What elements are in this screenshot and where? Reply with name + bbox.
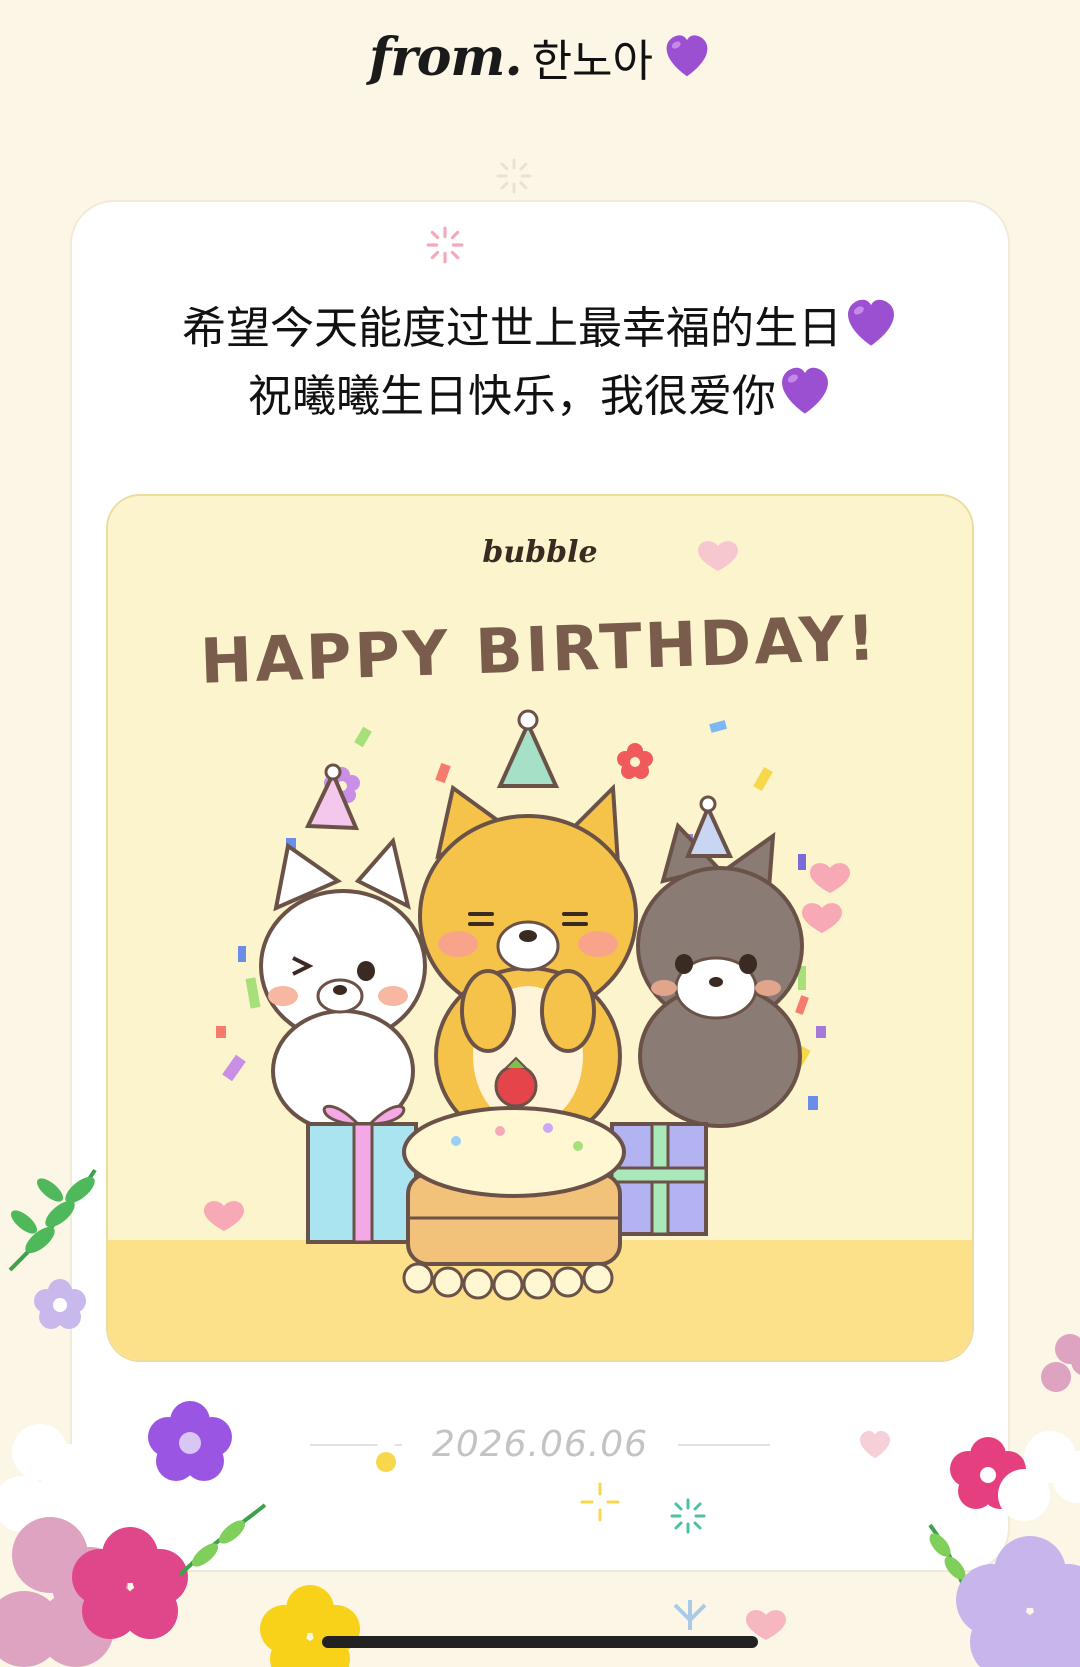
from-label: from. xyxy=(368,26,523,88)
letter-header: from. 한노아 xyxy=(0,22,1080,92)
letter-message: 希望今天能度过世上最幸福的生日 祝曦曦生日快乐，我很爱你 xyxy=(72,295,1008,431)
bubble-logo: bubble xyxy=(482,535,597,570)
purple-heart-icon xyxy=(848,299,894,346)
sparkle-icon xyxy=(426,226,464,264)
message-line: 祝曦曦生日快乐，我很爱你 xyxy=(72,363,1008,431)
home-indicator[interactable] xyxy=(322,1636,758,1648)
sender-name: 한노아 xyxy=(531,36,654,87)
message-text: 希望今天能度过世上最幸福的生日 xyxy=(182,303,842,354)
purple-heart-icon xyxy=(666,35,708,77)
message-line: 希望今天能度过世上最幸福的生日 xyxy=(72,295,1008,363)
purple-heart-icon xyxy=(782,367,828,414)
sparkle-icon xyxy=(496,158,532,194)
flower-decoration xyxy=(0,1168,1080,1667)
message-text: 祝曦曦生日快乐，我很爱你 xyxy=(248,371,776,422)
